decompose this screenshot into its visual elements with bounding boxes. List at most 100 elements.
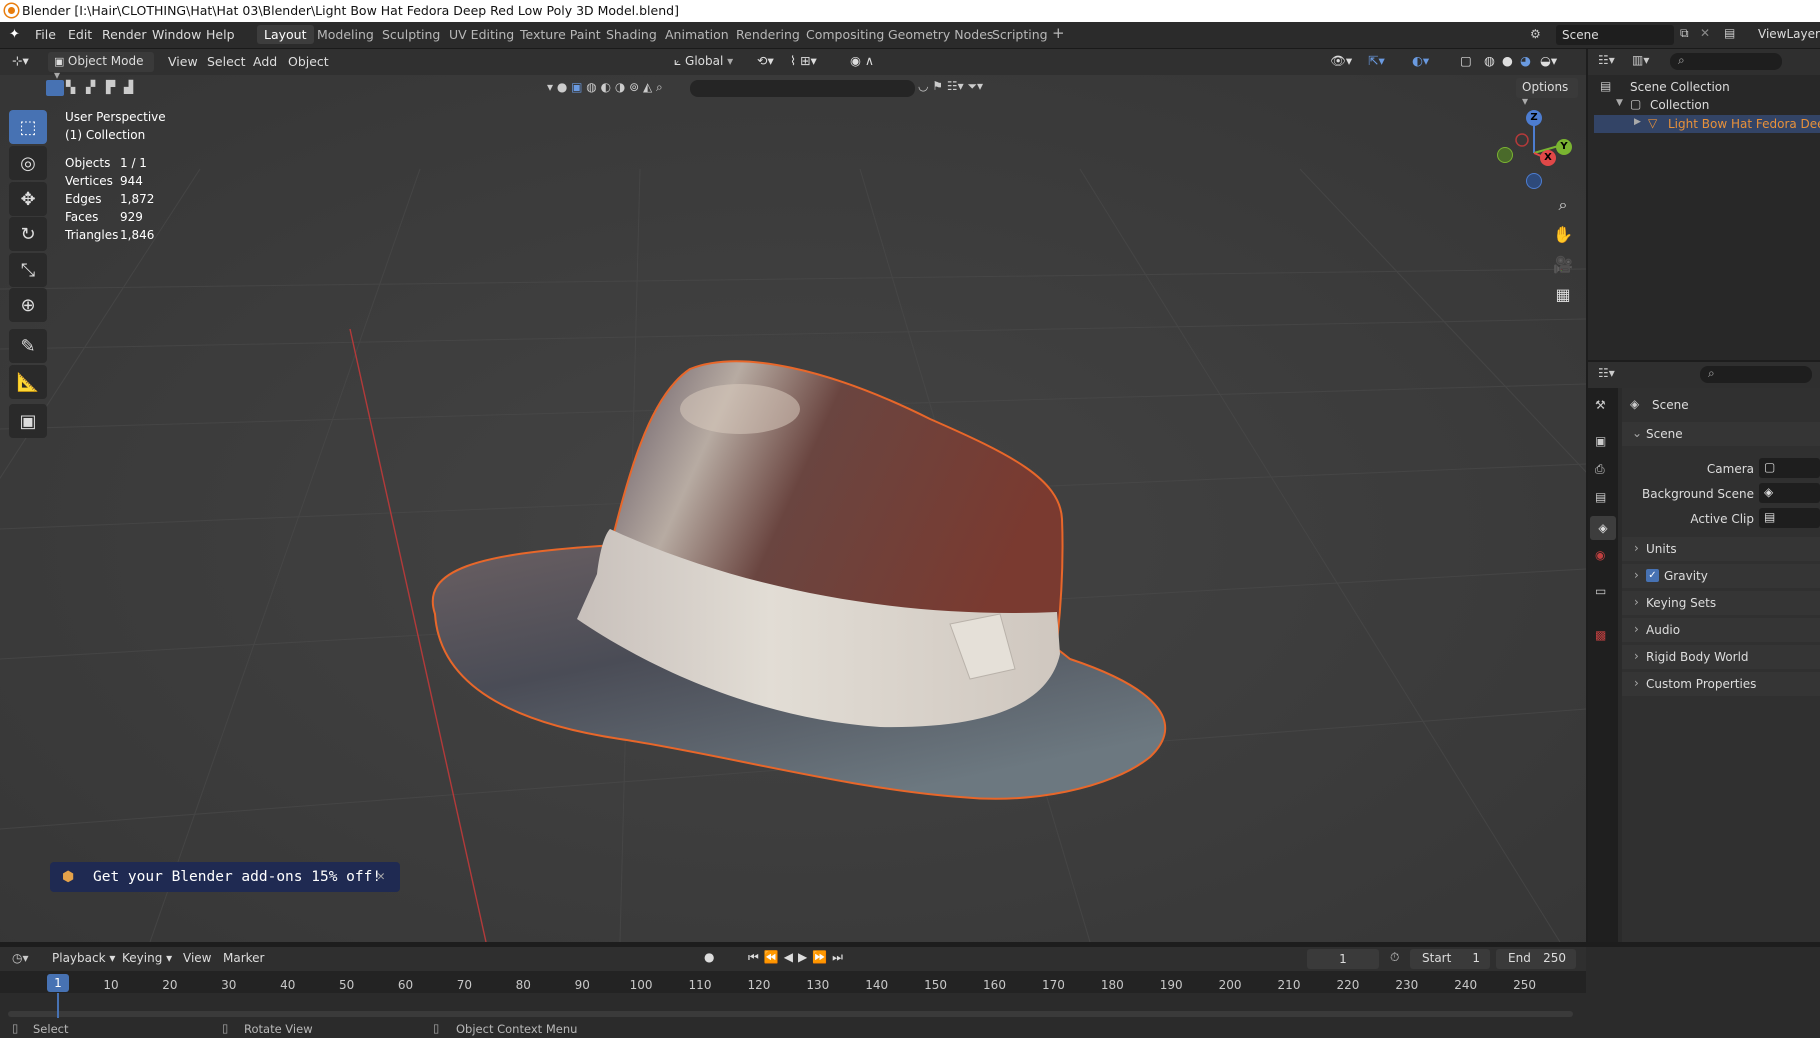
menu-edit[interactable]: Edit bbox=[68, 27, 92, 42]
tab-animation[interactable]: Animation bbox=[665, 27, 729, 42]
view-layer-icon[interactable]: ▤ bbox=[1724, 26, 1735, 40]
gizmo-z[interactable]: Z bbox=[1526, 110, 1542, 126]
texture-tab-icon[interactable]: ▩ bbox=[1595, 628, 1606, 642]
properties-editor-icon[interactable]: ☷▾ bbox=[1598, 366, 1615, 380]
ortho-grid-icon[interactable]: ▦ bbox=[1552, 285, 1574, 307]
gizmo-x[interactable]: X bbox=[1540, 150, 1556, 166]
tab-layout[interactable]: Layout bbox=[257, 25, 314, 44]
menu-playback[interactable]: Playback ▾ bbox=[52, 951, 115, 965]
menu-keying[interactable]: Keying ▾ bbox=[122, 951, 172, 965]
xray-icon[interactable]: ▢ bbox=[1460, 53, 1472, 68]
tab-texture-paint[interactable]: Texture Paint bbox=[520, 27, 601, 42]
select-subtract-icon[interactable]: ▞ bbox=[86, 80, 95, 94]
addon-promo-toast[interactable]: ⬢ Get your Blender add-ons 15% off! ✕ bbox=[50, 862, 400, 892]
scene-selector[interactable]: Scene bbox=[1556, 25, 1674, 45]
view-layer-name[interactable]: ViewLayer bbox=[1758, 27, 1820, 41]
material-shading-icon[interactable]: ◕ bbox=[1520, 53, 1531, 68]
playhead-marker[interactable]: 1 bbox=[47, 974, 69, 992]
menu-select[interactable]: Select bbox=[207, 54, 246, 69]
properties-search-input[interactable]: ⌕ bbox=[1700, 366, 1812, 383]
select-intersect-icon[interactable]: ▟ bbox=[124, 80, 133, 94]
cursor-tool[interactable]: ◎ bbox=[9, 146, 47, 180]
units-panel-header[interactable]: › Units bbox=[1622, 537, 1820, 561]
outliner-selected-row[interactable]: ▶ ▽ Light Bow Hat Fedora Deep R bbox=[1594, 115, 1820, 133]
tab-uv-editing[interactable]: UV Editing bbox=[449, 27, 514, 42]
outliner-editor-icon[interactable]: ☷▾ bbox=[1598, 53, 1615, 67]
zoom-icon[interactable]: ⌕ bbox=[1552, 195, 1574, 217]
menu-timeline-view[interactable]: View bbox=[183, 951, 211, 965]
gizmo-neg-z[interactable] bbox=[1526, 173, 1542, 189]
custom-properties-panel-header[interactable]: › Custom Properties bbox=[1622, 672, 1820, 696]
rendered-shading-icon[interactable]: ◒▾ bbox=[1540, 53, 1557, 68]
editor-type-icon[interactable]: ⊹▾ bbox=[12, 53, 29, 68]
select-new-icon[interactable] bbox=[46, 80, 64, 96]
stopwatch-icon[interactable]: ⏱ bbox=[1390, 950, 1399, 965]
options-button[interactable]: Options ▾ bbox=[1516, 78, 1578, 108]
transform-tool[interactable]: ⊕ bbox=[9, 288, 47, 322]
gravity-checkbox[interactable]: ✓ bbox=[1646, 569, 1659, 582]
timeline-editor-icon[interactable]: ◷▾ bbox=[12, 951, 29, 965]
select-invert-icon[interactable]: ▛ bbox=[106, 80, 115, 94]
solid-shading-icon[interactable]: ● bbox=[1502, 53, 1513, 68]
blender-menu-icon[interactable]: ✦ bbox=[9, 27, 20, 42]
record-icon[interactable]: ● bbox=[704, 950, 714, 964]
output-tab-icon[interactable]: ⎙ bbox=[1595, 462, 1605, 477]
add-cube-tool[interactable]: ▣ bbox=[9, 404, 47, 438]
menu-view[interactable]: View bbox=[168, 54, 198, 69]
background-scene-field[interactable]: ◈ bbox=[1759, 483, 1820, 503]
tool-tab-icon[interactable]: ⚒ bbox=[1595, 398, 1606, 412]
snap-icon[interactable]: ⌇ ⊞▾ bbox=[790, 53, 817, 68]
gizmo-y[interactable]: Y bbox=[1556, 139, 1572, 155]
add-workspace-button[interactable]: + bbox=[1052, 24, 1065, 42]
delete-scene-icon[interactable]: ✕ bbox=[1700, 26, 1710, 40]
gravity-panel-header[interactable]: › ✓ Gravity bbox=[1622, 564, 1820, 588]
gizmo-neg-y[interactable] bbox=[1497, 147, 1513, 163]
overlay-toggle-icon[interactable]: ◐▾ bbox=[1412, 53, 1429, 68]
annotate-tool[interactable]: ✎ bbox=[9, 329, 47, 363]
scale-tool[interactable]: ⤡ bbox=[9, 253, 47, 287]
scene-panel-header[interactable]: ⌄ Scene bbox=[1622, 422, 1820, 446]
expand-arrow-icon[interactable]: ▼ bbox=[1616, 98, 1623, 108]
tab-modeling[interactable]: Modeling bbox=[317, 27, 374, 42]
gizmo-toggle-icon[interactable]: ⇱▾ bbox=[1368, 53, 1385, 68]
start-frame-field[interactable]: Start 1 bbox=[1410, 949, 1490, 969]
menu-file[interactable]: File bbox=[35, 27, 56, 42]
tab-sculpting[interactable]: Sculpting bbox=[382, 27, 440, 42]
menu-help[interactable]: Help bbox=[206, 27, 235, 42]
toast-close-icon[interactable]: ✕ bbox=[377, 862, 385, 892]
camera-view-icon[interactable]: 🎥 bbox=[1552, 255, 1574, 277]
tab-geometry-nodes[interactable]: Geometry Nodes bbox=[888, 27, 993, 42]
tab-shading[interactable]: Shading bbox=[606, 27, 657, 42]
rotate-tool[interactable]: ↻ bbox=[9, 217, 47, 251]
tab-scripting[interactable]: Scripting bbox=[992, 27, 1048, 42]
3d-viewport[interactable]: ⬚ ◎ ✥ ↻ ⤡ ⊕ ✎ 📐 ▣ User Perspective (1) C… bbox=[0, 49, 1586, 942]
audio-panel-header[interactable]: › Audio bbox=[1622, 618, 1820, 642]
pan-hand-icon[interactable]: ✋ bbox=[1552, 225, 1574, 247]
menu-object[interactable]: Object bbox=[288, 54, 329, 69]
scene-type-icon[interactable]: ⚙ bbox=[1530, 27, 1541, 41]
filter-icons[interactable]: ◡ ⚑ ☷▾ ⏷▾ bbox=[918, 79, 983, 94]
tab-rendering[interactable]: Rendering bbox=[736, 27, 800, 42]
timeline-scrollbar[interactable] bbox=[8, 1011, 1573, 1017]
menu-window[interactable]: Window bbox=[152, 27, 201, 42]
menu-marker[interactable]: Marker bbox=[223, 951, 264, 965]
measure-tool[interactable]: 📐 bbox=[9, 365, 47, 399]
view-layer-tab-icon[interactable]: ▤ bbox=[1595, 490, 1606, 504]
scene-tab-icon[interactable]: ◈ bbox=[1590, 516, 1616, 540]
camera-field[interactable]: ▢ bbox=[1759, 458, 1820, 478]
new-scene-icon[interactable]: ⧉ bbox=[1680, 26, 1689, 41]
active-clip-field[interactable]: ▤ bbox=[1759, 508, 1820, 528]
collection-tab-icon[interactable]: ▭ bbox=[1595, 584, 1606, 598]
move-tool[interactable]: ✥ bbox=[9, 182, 47, 216]
menu-add[interactable]: Add bbox=[253, 54, 277, 69]
current-frame-field[interactable]: 1 bbox=[1307, 949, 1379, 969]
mode-selector[interactable]: ▣ Object Mode ▾ bbox=[48, 52, 154, 82]
select-extend-icon[interactable]: ▚ bbox=[66, 80, 75, 94]
wireframe-shading-icon[interactable]: ◍ bbox=[1484, 53, 1495, 68]
tab-compositing[interactable]: Compositing bbox=[806, 27, 884, 42]
outliner-scene-collection[interactable]: Scene Collection bbox=[1630, 80, 1730, 94]
playback-controls[interactable]: ⏮⏪◀▶⏩⏭ bbox=[748, 950, 848, 965]
outliner-collection[interactable]: Collection bbox=[1650, 98, 1709, 112]
world-tab-icon[interactable]: ◉ bbox=[1595, 548, 1605, 562]
object-type-filters[interactable]: ▾ ● ▣ ◍ ◐ ◑ ⊚ ◭ ⌕ bbox=[547, 80, 663, 98]
